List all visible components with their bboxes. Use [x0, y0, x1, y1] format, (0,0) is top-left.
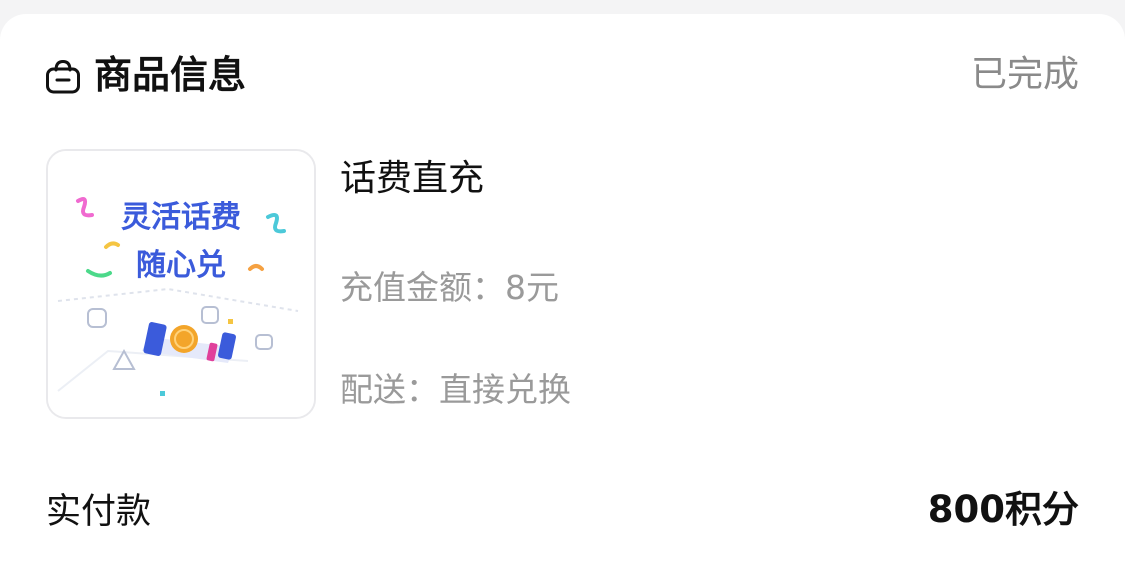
confetti-decoration — [228, 319, 233, 324]
recharge-amount-label: 充值金额： — [340, 268, 505, 307]
order-status: 已完成 — [970, 54, 1079, 95]
thumbnail-text-line1: 灵活话费 — [121, 200, 241, 235]
order-product-card: 商品信息 已完成 灵活话费 随心兑 话费直充 充值金额：8元 配送：直接兑换 实… — [0, 14, 1125, 568]
card-header: 商品信息 已完成 — [44, 52, 1079, 102]
product-thumbnail[interactable]: 灵活话费 随心兑 — [46, 149, 316, 419]
section-title: 商品信息 — [94, 53, 247, 97]
actual-payment-label: 实付款 — [46, 492, 152, 532]
shopping-bag-icon — [44, 58, 82, 96]
product-name[interactable]: 话费直充 — [340, 154, 484, 204]
delivery-value: 直接兑换 — [439, 370, 571, 409]
recharge-amount-row: 充值金额：8元 — [340, 265, 559, 311]
confetti-decoration — [160, 391, 165, 396]
recharge-amount-value: 8元 — [505, 268, 559, 307]
actual-payment-value: 800积分 — [927, 488, 1079, 531]
delivery-row: 配送：直接兑换 — [340, 367, 571, 413]
delivery-label: 配送： — [340, 370, 439, 409]
thumbnail-text-line2: 随心兑 — [136, 248, 226, 283]
